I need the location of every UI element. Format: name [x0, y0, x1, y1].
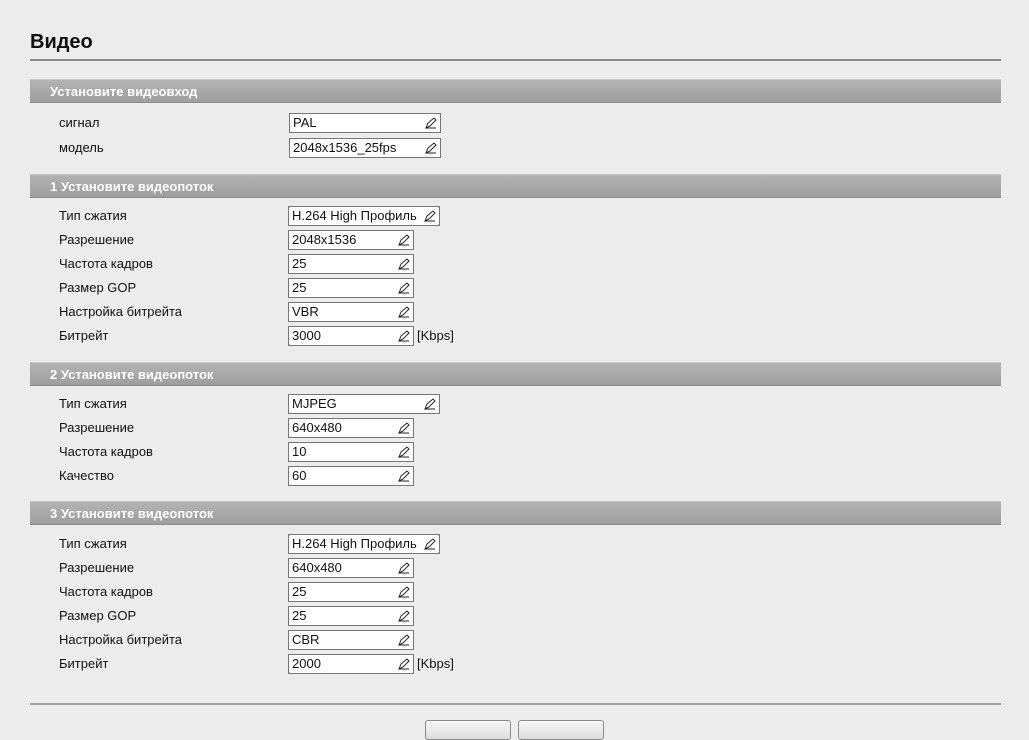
- label-quality: Качество: [59, 468, 114, 483]
- select-value: 60: [292, 468, 307, 483]
- pen-dropdown-icon: [424, 398, 436, 410]
- section-header-stream-2: 2 Установите видеопоток: [30, 362, 1001, 386]
- stream2-frame-rate-select[interactable]: 10: [288, 442, 414, 462]
- label-resolution: Разрешение: [59, 232, 135, 247]
- section-header-stream-1: 1 Установите видеопоток: [30, 174, 1001, 198]
- label-gop-size: Размер GOP: [59, 280, 137, 295]
- pen-dropdown-icon: [398, 282, 410, 294]
- stream1-bitrate-select[interactable]: 3000: [288, 326, 414, 346]
- label-bitrate-control: Настройка битрейта: [59, 632, 183, 647]
- stream3-resolution-select[interactable]: 640x480: [288, 558, 414, 578]
- pen-dropdown-icon: [398, 422, 410, 434]
- stream3-frame-rate-select[interactable]: 25: [288, 582, 414, 602]
- select-value: H.264 High Профиль: [292, 536, 417, 551]
- pen-dropdown-icon: [424, 538, 436, 550]
- label-frame-rate: Частота кадров: [59, 256, 153, 271]
- label-model: модель: [59, 140, 104, 155]
- pen-dropdown-icon: [398, 586, 410, 598]
- footer-divider: [30, 703, 1001, 705]
- label-bitrate: Битрейт: [59, 656, 109, 671]
- stream3-bitrate-control-select[interactable]: CBR: [288, 630, 414, 650]
- signal-select[interactable]: PAL: [289, 113, 441, 133]
- stream1-gop-select[interactable]: 25: [288, 278, 414, 298]
- select-value: PAL: [293, 115, 317, 130]
- section-header-video-input: Установите видеовход: [30, 79, 1001, 103]
- stream1-bitrate-control-select[interactable]: VBR: [288, 302, 414, 322]
- section-title: Установите видеовход: [50, 84, 198, 99]
- pen-dropdown-icon: [425, 142, 437, 154]
- section-title: 2 Установите видеопоток: [50, 367, 214, 382]
- pen-dropdown-icon: [398, 658, 410, 670]
- pen-dropdown-icon: [398, 258, 410, 270]
- pen-dropdown-icon: [424, 210, 436, 222]
- pen-dropdown-icon: [425, 117, 437, 129]
- pen-dropdown-icon: [398, 234, 410, 246]
- section-header-stream-3: 3 Установите видеопоток: [30, 501, 1001, 525]
- stream3-bitrate-select[interactable]: 2000: [288, 654, 414, 674]
- select-value: VBR: [292, 304, 319, 319]
- label-gop-size: Размер GOP: [59, 608, 137, 623]
- stream3-compression-select[interactable]: H.264 High Профиль: [288, 534, 440, 554]
- stream2-quality-select[interactable]: 60: [288, 466, 414, 486]
- select-value: 25: [292, 584, 307, 599]
- label-resolution: Разрешение: [59, 560, 135, 575]
- model-select[interactable]: 2048x1536_25fps: [289, 138, 441, 158]
- select-value: 640x480: [292, 420, 342, 435]
- stream1-compression-select[interactable]: H.264 High Профиль: [288, 206, 440, 226]
- pen-dropdown-icon: [398, 446, 410, 458]
- label-frame-rate: Частота кадров: [59, 584, 153, 599]
- select-value: CBR: [292, 632, 320, 647]
- label-resolution: Разрешение: [59, 420, 135, 435]
- select-value: 640x480: [292, 560, 342, 575]
- pen-dropdown-icon: [398, 470, 410, 482]
- select-value: 3000: [292, 328, 321, 343]
- select-value: H.264 High Профиль: [292, 208, 417, 223]
- pen-dropdown-icon: [398, 330, 410, 342]
- label-compression: Тип сжатия: [59, 208, 127, 223]
- select-value: 2048x1536: [292, 232, 357, 247]
- stream3-gop-select[interactable]: 25: [288, 606, 414, 626]
- section-title: 3 Установите видеопоток: [50, 506, 214, 521]
- select-value: 25: [292, 280, 307, 295]
- stream2-resolution-select[interactable]: 640x480: [288, 418, 414, 438]
- pen-dropdown-icon: [398, 634, 410, 646]
- stream2-compression-select[interactable]: MJPEG: [288, 394, 440, 414]
- pen-dropdown-icon: [398, 306, 410, 318]
- pen-dropdown-icon: [398, 562, 410, 574]
- section-title: 1 Установите видеопоток: [50, 179, 214, 194]
- label-frame-rate: Частота кадров: [59, 444, 153, 459]
- label-compression: Тип сжатия: [59, 536, 127, 551]
- select-value: 2000: [292, 656, 321, 671]
- select-value: MJPEG: [292, 396, 337, 411]
- select-value: 10: [292, 444, 307, 459]
- select-value: 2048x1536_25fps: [293, 140, 397, 155]
- bitrate-unit: [Kbps]: [417, 328, 454, 343]
- select-value: 25: [292, 608, 307, 623]
- title-divider: [30, 59, 1001, 61]
- stream1-frame-rate-select[interactable]: 25: [288, 254, 414, 274]
- stream1-resolution-select[interactable]: 2048x1536: [288, 230, 414, 250]
- label-bitrate: Битрейт: [59, 328, 109, 343]
- label-signal: сигнал: [59, 115, 100, 130]
- label-compression: Тип сжатия: [59, 396, 127, 411]
- pen-dropdown-icon: [398, 610, 410, 622]
- save-button[interactable]: [425, 720, 511, 740]
- page-title: Видео: [30, 31, 93, 53]
- label-bitrate-control: Настройка битрейта: [59, 304, 183, 319]
- cancel-button[interactable]: [518, 720, 604, 740]
- bitrate-unit: [Kbps]: [417, 656, 454, 671]
- select-value: 25: [292, 256, 307, 271]
